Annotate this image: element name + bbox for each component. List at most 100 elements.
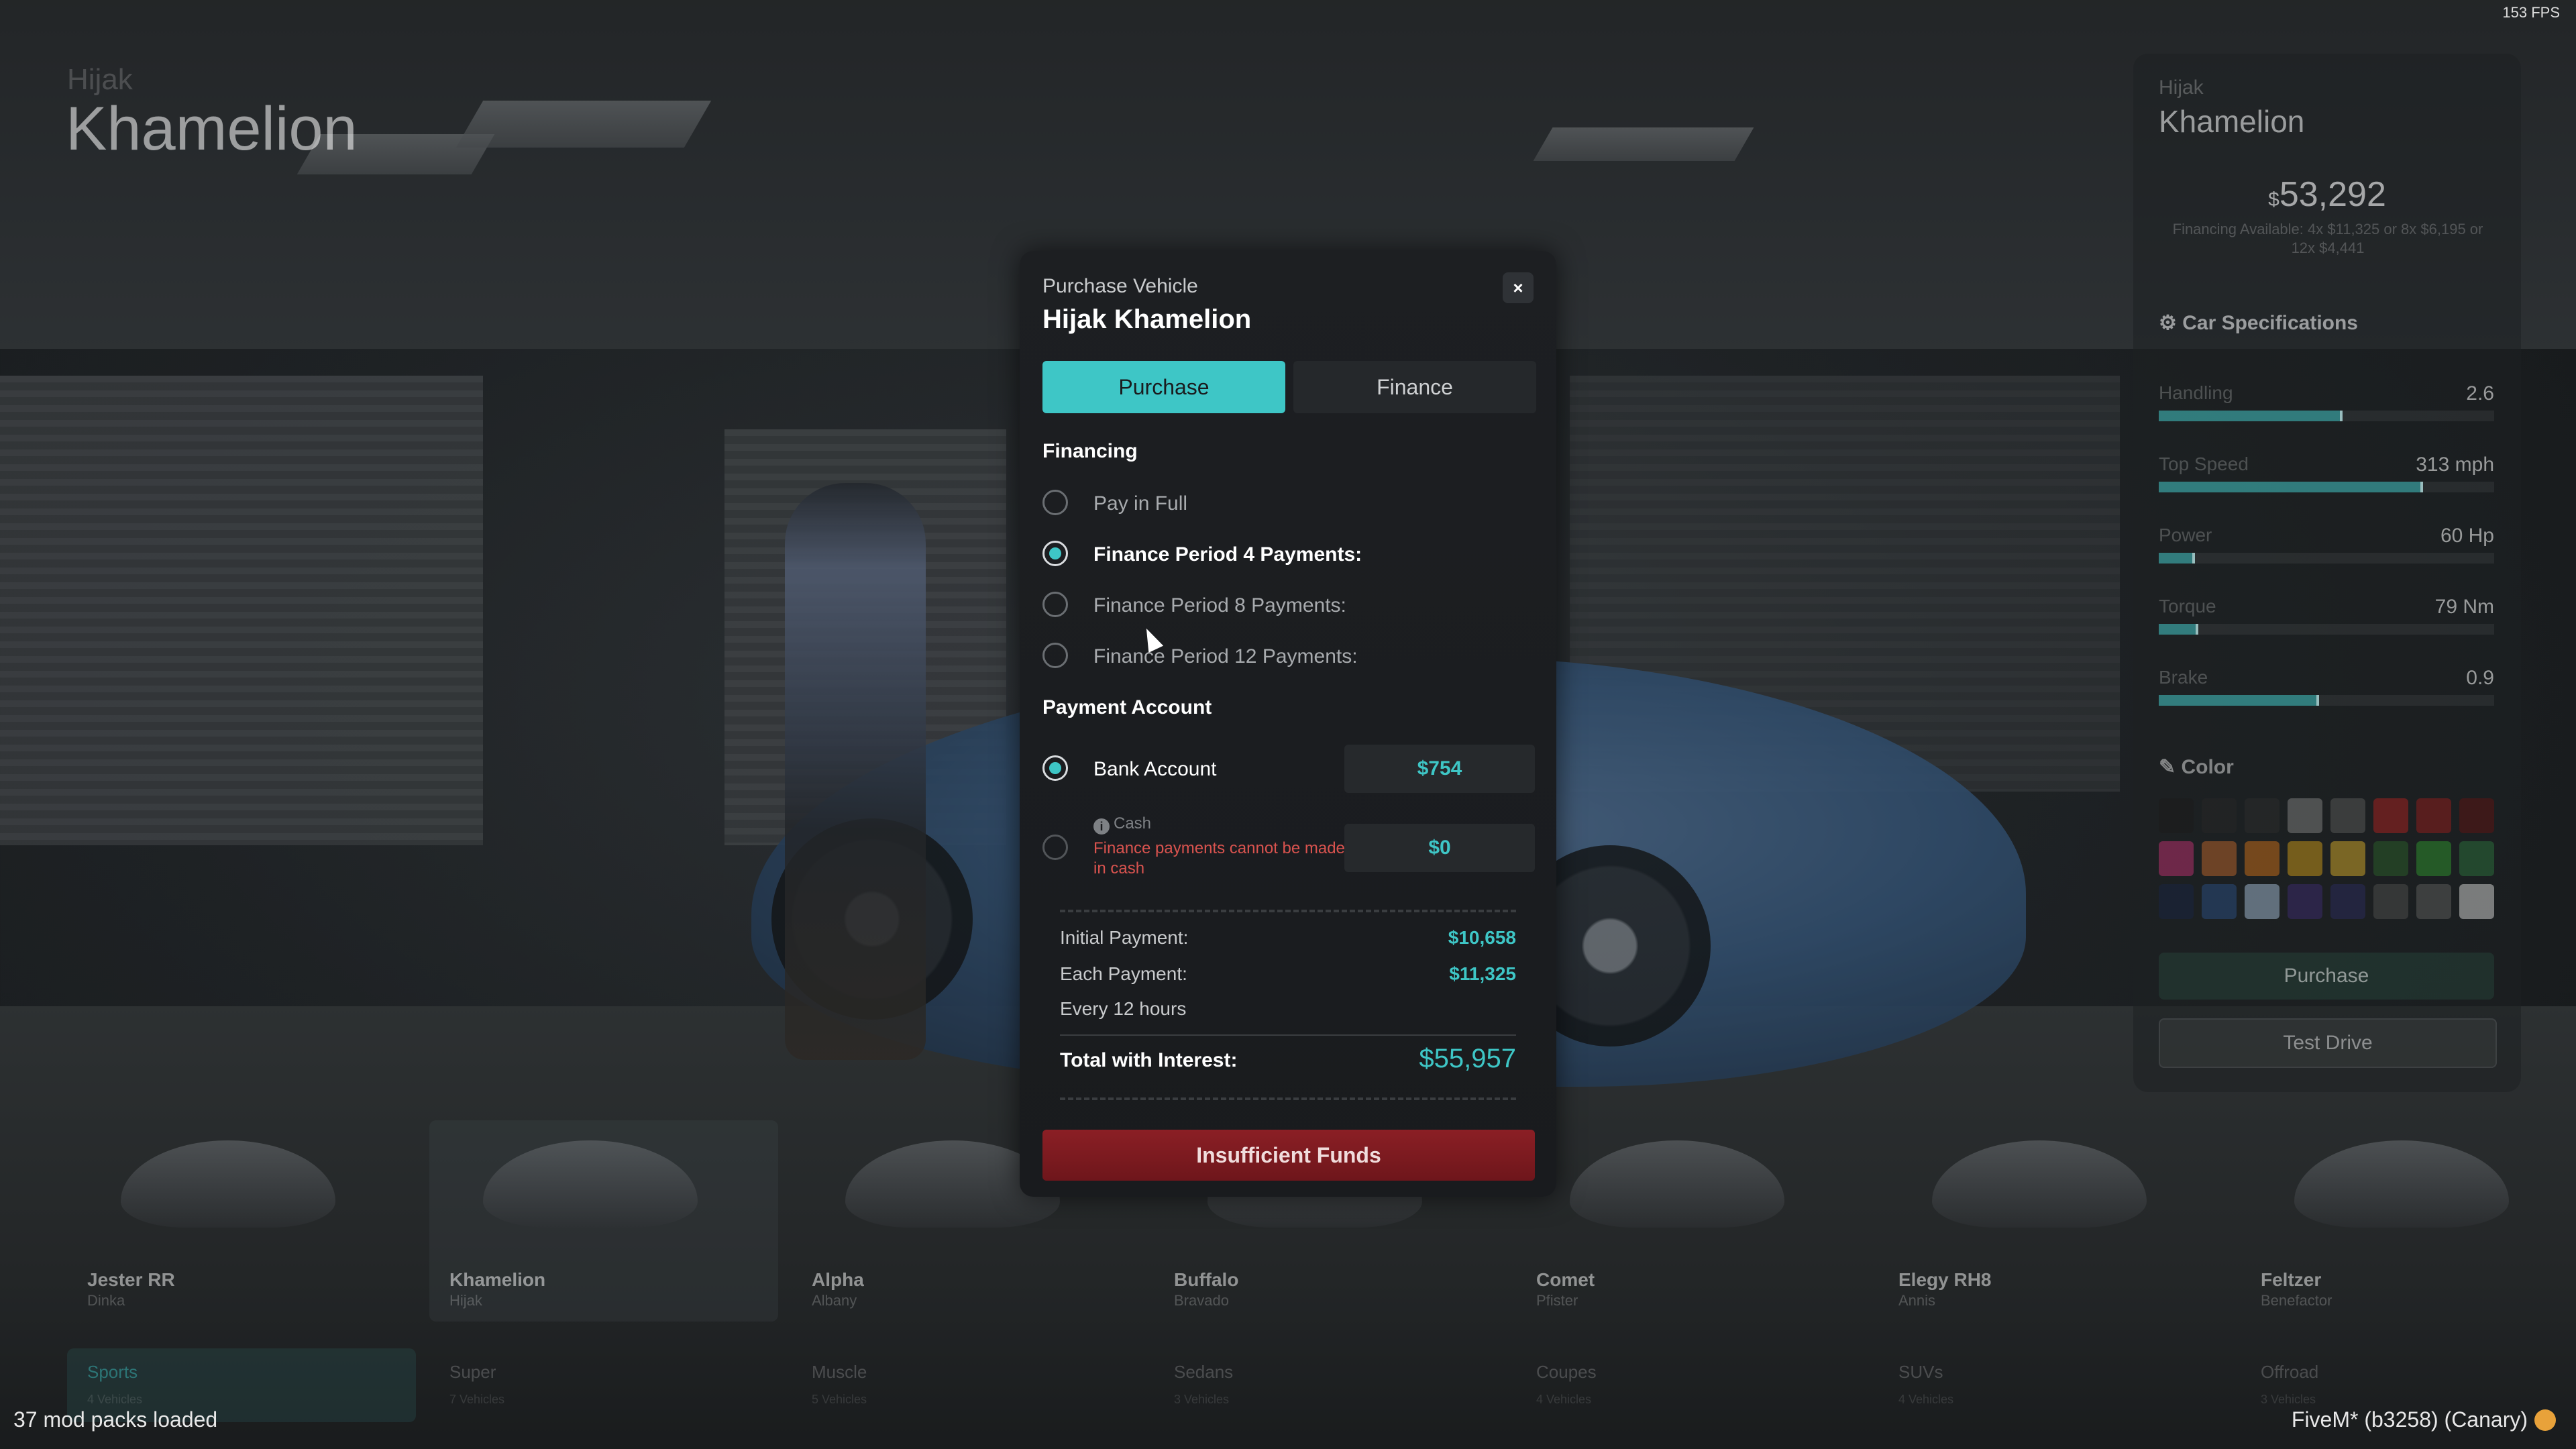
spec-bar-fill — [2159, 553, 2195, 564]
vehicle-make: Albany — [812, 1292, 857, 1309]
category-count: 5 Vehicles — [812, 1393, 867, 1406]
vehicle-name: Feltzer — [2261, 1269, 2322, 1290]
vehicle-make: Annis — [1898, 1292, 1936, 1309]
spec-bar — [2159, 553, 2494, 564]
category-name: Super — [449, 1362, 496, 1382]
color-swatch[interactable] — [2202, 841, 2237, 876]
initial-payment-value: $10,658 — [1448, 927, 1516, 948]
bank-balance: $754 — [1344, 745, 1535, 793]
dashed-divider — [1060, 910, 1516, 912]
color-swatch[interactable] — [2245, 841, 2279, 876]
spec-bar-fill — [2159, 624, 2198, 635]
radio-finance-12[interactable]: Finance Period 12 Payments: — [1042, 640, 1525, 674]
radio-button-selected[interactable] — [1042, 541, 1068, 566]
vehicle-name: Alpha — [812, 1269, 864, 1290]
radio-button-disabled[interactable] — [1042, 835, 1068, 860]
vehicle-card[interactable]: Jester RR Dinka — [67, 1120, 416, 1322]
color-swatch[interactable] — [2288, 798, 2322, 833]
radio-button[interactable] — [1042, 490, 1068, 515]
vehicle-make: Pfister — [1536, 1292, 1578, 1309]
insufficient-funds-button[interactable]: Insufficient Funds — [1042, 1130, 1535, 1181]
modal-title: Hijak Khamelion — [1042, 305, 1252, 334]
vehicle-name: Elegy RH8 — [1898, 1269, 1992, 1290]
color-swatch[interactable] — [2159, 884, 2194, 919]
category-tab[interactable]: Super 7 Vehicles — [429, 1348, 778, 1422]
color-swatch[interactable] — [2330, 884, 2365, 919]
radio-finance-4[interactable]: Finance Period 4 Payments: — [1042, 538, 1525, 572]
vehicle-make: Dinka — [87, 1292, 125, 1309]
color-swatch[interactable] — [2459, 841, 2494, 876]
panel-purchase-button[interactable]: Purchase — [2159, 953, 2494, 1000]
category-name: Muscle — [812, 1362, 867, 1382]
background-model-title: Khamelion — [66, 95, 358, 163]
vehicle-card[interactable]: Feltzer Benefactor — [2241, 1120, 2576, 1322]
spec-name: Power — [2159, 525, 2212, 545]
color-swatch[interactable] — [2416, 884, 2451, 919]
color-swatch[interactable] — [2202, 798, 2237, 833]
spec-torque: Torque 79 Nm — [2159, 596, 2494, 663]
tab-purchase[interactable]: Purchase — [1042, 361, 1285, 413]
spec-bar — [2159, 482, 2494, 492]
vehicle-thumbnail — [483, 1140, 698, 1228]
radio-button[interactable] — [1042, 643, 1068, 668]
financing-available-text: Financing Available: 4x $11,325 or 8x $6… — [2172, 221, 2483, 256]
spec-power: Power 60 Hp — [2159, 525, 2494, 592]
radio-finance-8[interactable]: Finance Period 8 Payments: — [1042, 589, 1525, 623]
category-tab[interactable]: Coupes 4 Vehicles — [1516, 1348, 1865, 1422]
color-swatch[interactable] — [2416, 841, 2451, 876]
spec-brake: Brake 0.9 — [2159, 667, 2494, 734]
category-count: 4 Vehicles — [1536, 1393, 1592, 1406]
test-drive-button[interactable]: Test Drive — [2159, 1018, 2497, 1068]
vehicle-name: Comet — [1536, 1269, 1595, 1290]
vehicle-card[interactable]: Elegy RH8 Annis — [1878, 1120, 2227, 1322]
panel-brand: Hijak — [2159, 76, 2204, 99]
spec-value: 2.6 — [2466, 382, 2494, 405]
price-currency: $ — [2268, 189, 2279, 211]
category-name: Offroad — [2261, 1362, 2319, 1382]
radio-button[interactable] — [1042, 592, 1068, 617]
total-with-interest-row: Total with Interest: $55,957 — [1060, 1044, 1516, 1073]
tab-finance[interactable]: Finance — [1293, 361, 1536, 413]
car-specifications-heading: ⚙ Car Specifications — [2159, 312, 2358, 334]
color-swatch[interactable] — [2416, 798, 2451, 833]
color-swatch[interactable] — [2330, 798, 2365, 833]
category-count: 4 Vehicles — [87, 1393, 143, 1406]
spec-name: Handling — [2159, 382, 2233, 403]
spec-bar-fill — [2159, 411, 2343, 421]
color-swatch[interactable] — [2459, 884, 2494, 919]
spec-value: 79 Nm — [2434, 596, 2494, 618]
vehicle-make: Bravado — [1174, 1292, 1229, 1309]
color-swatch[interactable] — [2159, 798, 2194, 833]
color-swatch[interactable] — [2245, 884, 2279, 919]
color-swatch[interactable] — [2373, 884, 2408, 919]
category-tab[interactable]: SUVs 4 Vehicles — [1878, 1348, 2227, 1422]
color-swatch[interactable] — [2373, 841, 2408, 876]
category-name: Coupes — [1536, 1362, 1597, 1382]
radio-pay-in-full[interactable]: Pay in Full — [1042, 487, 1525, 521]
color-swatch[interactable] — [2373, 798, 2408, 833]
spec-value: 60 Hp — [2440, 525, 2494, 547]
info-icon: i — [1093, 818, 1110, 835]
price-value: 53,292 — [2279, 175, 2386, 214]
initial-payment-row: Initial Payment: $10,658 — [1060, 927, 1516, 948]
paint-icon: ✎ — [2159, 756, 2182, 778]
color-swatch[interactable] — [2459, 798, 2494, 833]
close-icon[interactable]: × — [1503, 272, 1534, 303]
color-swatch[interactable] — [2330, 841, 2365, 876]
vehicle-card[interactable]: Khamelion Hijak — [429, 1120, 778, 1322]
radio-button-selected[interactable] — [1042, 755, 1068, 781]
color-swatch[interactable] — [2245, 798, 2279, 833]
payment-account-heading: Payment Account — [1042, 696, 1212, 718]
total-divider — [1060, 1034, 1516, 1036]
color-swatch[interactable] — [2202, 884, 2237, 919]
vehicle-card[interactable]: Comet Pfister — [1516, 1120, 1865, 1322]
category-tab[interactable]: Sedans 3 Vehicles — [1154, 1348, 1503, 1422]
color-swatch[interactable] — [2159, 841, 2194, 876]
cash-label: i Cash — [1093, 814, 1151, 835]
vehicle-name: Jester RR — [87, 1269, 175, 1290]
category-tab[interactable]: Muscle 5 Vehicles — [792, 1348, 1140, 1422]
color-swatch[interactable] — [2288, 841, 2322, 876]
category-name: Sports — [87, 1362, 138, 1382]
color-swatch[interactable] — [2288, 884, 2322, 919]
payment-interval: Every 12 hours — [1060, 998, 1187, 1019]
